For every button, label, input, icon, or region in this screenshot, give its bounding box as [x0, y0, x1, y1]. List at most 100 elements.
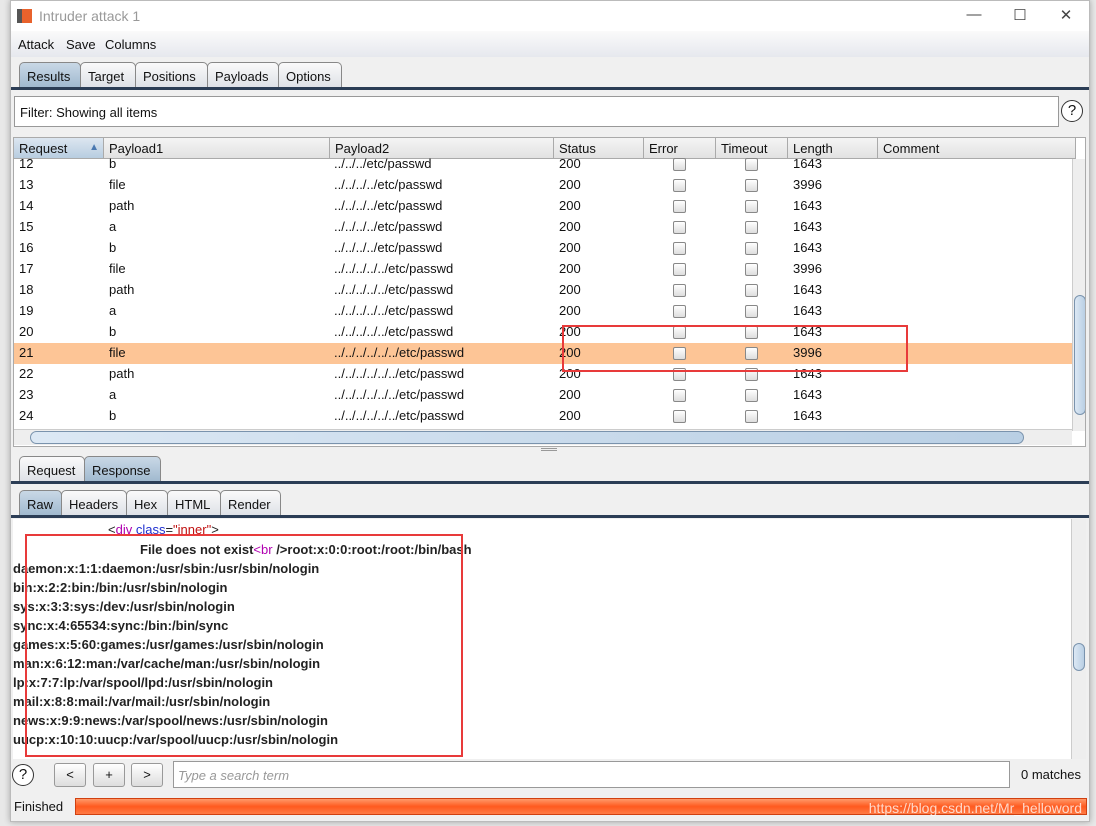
- search-input[interactable]: Type a search term: [173, 761, 1010, 788]
- cell-request: 19: [19, 303, 34, 318]
- timeout-checkbox[interactable]: [745, 200, 758, 213]
- timeout-checkbox[interactable]: [745, 242, 758, 255]
- cell-payload2: ../../../../../etc/passwd: [334, 261, 454, 276]
- table-vscrollbar[interactable]: [1072, 159, 1085, 431]
- tab-render[interactable]: Render: [220, 490, 281, 516]
- response-scrollbar[interactable]: [1071, 519, 1086, 759]
- error-checkbox[interactable]: [673, 200, 686, 213]
- error-checkbox[interactable]: [673, 389, 686, 402]
- cell-payload2: ../../../../etc/passwd: [334, 177, 443, 192]
- menu-attack[interactable]: Attack: [18, 37, 54, 52]
- scroll-thumb[interactable]: [1073, 643, 1085, 671]
- timeout-checkbox[interactable]: [745, 158, 758, 171]
- window-title: Intruder attack 1: [39, 8, 141, 24]
- timeout-checkbox[interactable]: [745, 284, 758, 297]
- cell-payload2: ../../../../../../etc/passwd: [334, 408, 465, 423]
- table-row[interactable]: 18 path ../../../../../etc/passwd 200 16…: [14, 280, 1072, 301]
- tab-hex[interactable]: Hex: [126, 490, 168, 516]
- scroll-thumb[interactable]: [1074, 295, 1085, 415]
- timeout-checkbox[interactable]: [745, 389, 758, 402]
- tab-request[interactable]: Request: [19, 456, 85, 482]
- watermark: https://blog.csdn.net/Mr_helloword: [868, 800, 1082, 816]
- table-row[interactable]: 19 a ../../../../../etc/passwd 200 1643: [14, 301, 1072, 322]
- cell-payload1: file: [109, 177, 126, 192]
- tab-options[interactable]: Options: [278, 62, 342, 88]
- close-button[interactable]: ✕: [1051, 6, 1081, 24]
- cell-status: 200: [559, 408, 581, 423]
- tab-response[interactable]: Response: [84, 456, 161, 482]
- menu-save[interactable]: Save: [66, 37, 96, 52]
- cell-payload2: ../../../../../etc/passwd: [334, 282, 454, 297]
- error-checkbox[interactable]: [673, 410, 686, 423]
- table-row[interactable]: 24 b ../../../../../../etc/passwd 200 16…: [14, 406, 1072, 427]
- menu-columns[interactable]: Columns: [105, 37, 156, 52]
- table-row[interactable]: 21 file ../../../../../../etc/passwd 200…: [14, 343, 1072, 364]
- table-row[interactable]: 23 a ../../../../../../etc/passwd 200 16…: [14, 385, 1072, 406]
- cell-request: 22: [19, 366, 34, 381]
- error-checkbox[interactable]: [673, 305, 686, 318]
- cell-payload2: ../../../../../etc/passwd: [334, 324, 454, 339]
- cell-payload1: b: [109, 408, 117, 423]
- table-row[interactable]: 13 file ../../../../etc/passwd 200 3996: [14, 175, 1072, 196]
- filter-bar[interactable]: Filter: Showing all items: [14, 96, 1059, 127]
- table-row[interactable]: 17 file ../../../../../etc/passwd 200 39…: [14, 259, 1072, 280]
- error-checkbox[interactable]: [673, 158, 686, 171]
- tab-divider: [11, 481, 1089, 484]
- cell-request: 14: [19, 198, 34, 213]
- tab-results[interactable]: Results: [19, 62, 81, 88]
- error-checkbox[interactable]: [673, 284, 686, 297]
- error-checkbox[interactable]: [673, 221, 686, 234]
- title-bar: Intruder attack 1 — ☐ ✕: [11, 1, 1089, 31]
- timeout-checkbox[interactable]: [745, 410, 758, 423]
- minimize-button[interactable]: —: [959, 6, 989, 23]
- cell-length: 1643: [793, 219, 822, 234]
- highlight-box-response: [25, 534, 463, 757]
- tab-divider: [11, 515, 1089, 518]
- timeout-checkbox[interactable]: [745, 305, 758, 318]
- table-row[interactable]: 12 b ../../../etc/passwd 200 1643: [14, 154, 1072, 175]
- cell-length: 3996: [793, 177, 822, 192]
- table-row[interactable]: 15 a ../../../../etc/passwd 200 1643: [14, 217, 1072, 238]
- next-match-button[interactable]: >: [131, 763, 163, 787]
- error-checkbox[interactable]: [673, 242, 686, 255]
- add-button[interactable]: +: [93, 763, 125, 787]
- cell-status: 200: [559, 261, 581, 276]
- cell-status: 200: [559, 240, 581, 255]
- timeout-checkbox[interactable]: [745, 221, 758, 234]
- cell-payload2: ../../../../../../etc/passwd: [334, 345, 465, 360]
- help-icon[interactable]: ?: [1061, 100, 1083, 122]
- error-checkbox[interactable]: [673, 263, 686, 276]
- cell-payload1: path: [109, 198, 135, 213]
- match-count: 0 matches: [1021, 767, 1081, 782]
- maximize-button[interactable]: ☐: [1005, 6, 1035, 24]
- cell-length: 1643: [793, 198, 822, 213]
- tab-html[interactable]: HTML: [167, 490, 221, 516]
- cell-request: 17: [19, 261, 34, 276]
- table-row[interactable]: 20 b ../../../../../etc/passwd 200 1643: [14, 322, 1072, 343]
- cell-payload2: ../../../../../etc/passwd: [334, 303, 454, 318]
- cell-payload1: path: [109, 366, 135, 381]
- table-row[interactable]: 22 path ../../../../../../etc/passwd 200…: [14, 364, 1072, 385]
- timeout-checkbox[interactable]: [745, 179, 758, 192]
- tab-target[interactable]: Target: [80, 62, 136, 88]
- prev-match-button[interactable]: <: [54, 763, 86, 787]
- cell-request: 24: [19, 408, 34, 423]
- cell-request: 18: [19, 282, 34, 297]
- cell-request: 16: [19, 240, 34, 255]
- table-row[interactable]: 16 b ../../../../etc/passwd 200 1643: [14, 238, 1072, 259]
- error-checkbox[interactable]: [673, 179, 686, 192]
- tab-positions[interactable]: Positions: [135, 62, 208, 88]
- table-row[interactable]: 14 path ../../../../etc/passwd 200 1643: [14, 196, 1072, 217]
- tab-payloads[interactable]: Payloads: [207, 62, 279, 88]
- table-hscrollbar[interactable]: [14, 429, 1072, 445]
- timeout-checkbox[interactable]: [745, 263, 758, 276]
- cell-payload1: b: [109, 324, 117, 339]
- cell-request: 12: [19, 156, 34, 171]
- search-help-icon[interactable]: ?: [12, 764, 34, 786]
- scroll-thumb[interactable]: [30, 431, 1024, 444]
- tab-headers[interactable]: Headers: [61, 490, 127, 516]
- highlight-box-table: [562, 325, 908, 372]
- tab-raw[interactable]: Raw: [19, 490, 62, 516]
- cell-payload2: ../../../../etc/passwd: [334, 219, 443, 234]
- split-handle[interactable]: [541, 448, 557, 451]
